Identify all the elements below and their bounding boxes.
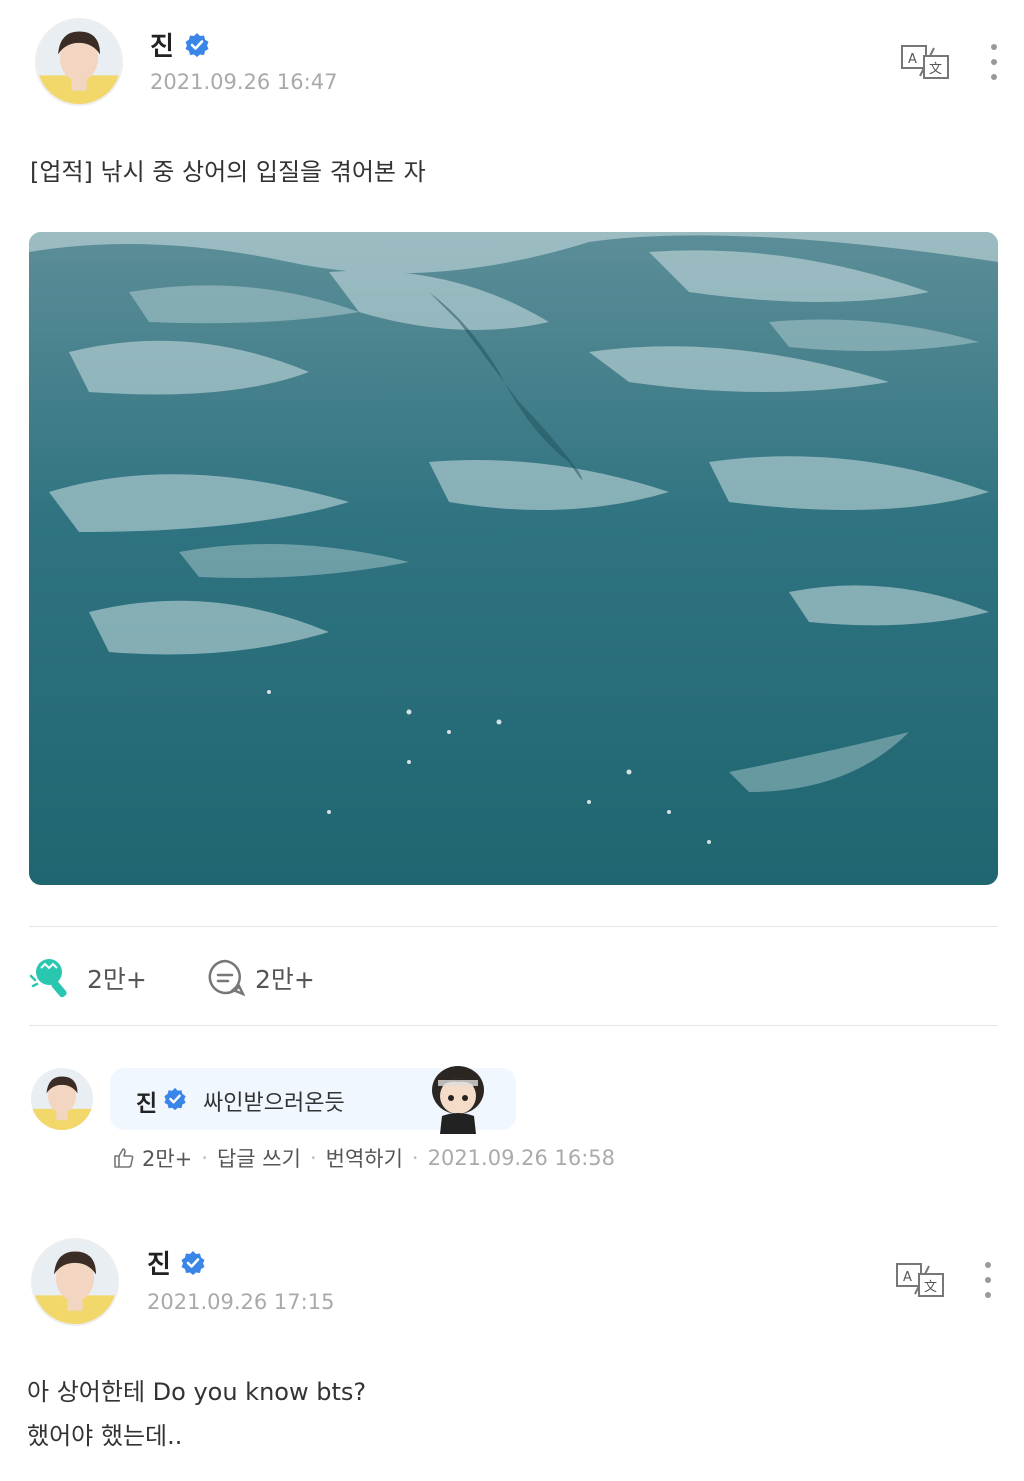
verified-badge-icon bbox=[185, 33, 209, 57]
translate-icon[interactable]: A 文 bbox=[900, 44, 950, 80]
post2-author-avatar[interactable] bbox=[31, 1238, 119, 1326]
translate-icon[interactable]: A 文 bbox=[895, 1262, 945, 1298]
reply-button[interactable]: 답글 쓰기 bbox=[217, 1143, 301, 1173]
meta-separator: · bbox=[411, 1146, 419, 1170]
svg-text:A: A bbox=[903, 1270, 912, 1285]
thumbs-up-icon[interactable] bbox=[112, 1146, 136, 1170]
post1-author-name[interactable]: 진 bbox=[150, 26, 174, 63]
meta-separator: · bbox=[309, 1146, 317, 1170]
post1-timestamp: 2021.09.26 16:47 bbox=[150, 70, 338, 94]
comment-author-avatar[interactable] bbox=[31, 1068, 93, 1130]
comment-timestamp: 2021.09.26 16:58 bbox=[427, 1146, 616, 1170]
post2-text-line1: 아 상어한테 Do you know bts? bbox=[27, 1378, 367, 1406]
comment-button[interactable]: 2만+ bbox=[205, 958, 315, 998]
comment-text: 싸인받으러온듯 bbox=[203, 1091, 345, 1116]
post1-video[interactable] bbox=[29, 232, 998, 885]
cheer-button[interactable]: 2만+ bbox=[29, 956, 147, 1000]
post2-text-line2: 했어야 했는데.. bbox=[27, 1422, 183, 1450]
cheer-count: 2만+ bbox=[87, 965, 147, 994]
svg-text:文: 文 bbox=[924, 1280, 937, 1295]
post2-author-name[interactable]: 진 bbox=[147, 1244, 171, 1281]
verified-badge-icon bbox=[181, 1251, 205, 1275]
post2-timestamp: 2021.09.26 17:15 bbox=[147, 1290, 335, 1314]
post1-divider-top bbox=[29, 926, 998, 927]
svg-text:A: A bbox=[908, 52, 917, 67]
meta-separator: · bbox=[201, 1146, 208, 1170]
comment-like-count: 2만+ bbox=[142, 1147, 193, 1171]
post1-text: [업적] 낚시 중 상어의 입질을 겪어본 자 bbox=[30, 158, 426, 186]
comment-bubble-icon bbox=[208, 959, 245, 997]
comment-meta-row: 2만+ · 답글 쓰기 · 번역하기 · 2021.09.26 16:58 bbox=[112, 1143, 615, 1173]
more-vertical-icon[interactable] bbox=[983, 1260, 993, 1300]
verified-badge-icon bbox=[164, 1087, 186, 1111]
svg-text:文: 文 bbox=[929, 62, 942, 77]
post1-author-avatar[interactable] bbox=[35, 18, 123, 106]
translate-comment-button[interactable]: 번역하기 bbox=[326, 1143, 403, 1173]
comment-count: 2만+ bbox=[255, 965, 315, 994]
post1-divider-bottom bbox=[29, 1025, 998, 1026]
lightstick-cheer-icon bbox=[29, 959, 67, 998]
character-sticker-image bbox=[432, 1066, 484, 1134]
comment-author-name[interactable]: 진 bbox=[136, 1084, 157, 1118]
more-vertical-icon[interactable] bbox=[989, 42, 999, 82]
